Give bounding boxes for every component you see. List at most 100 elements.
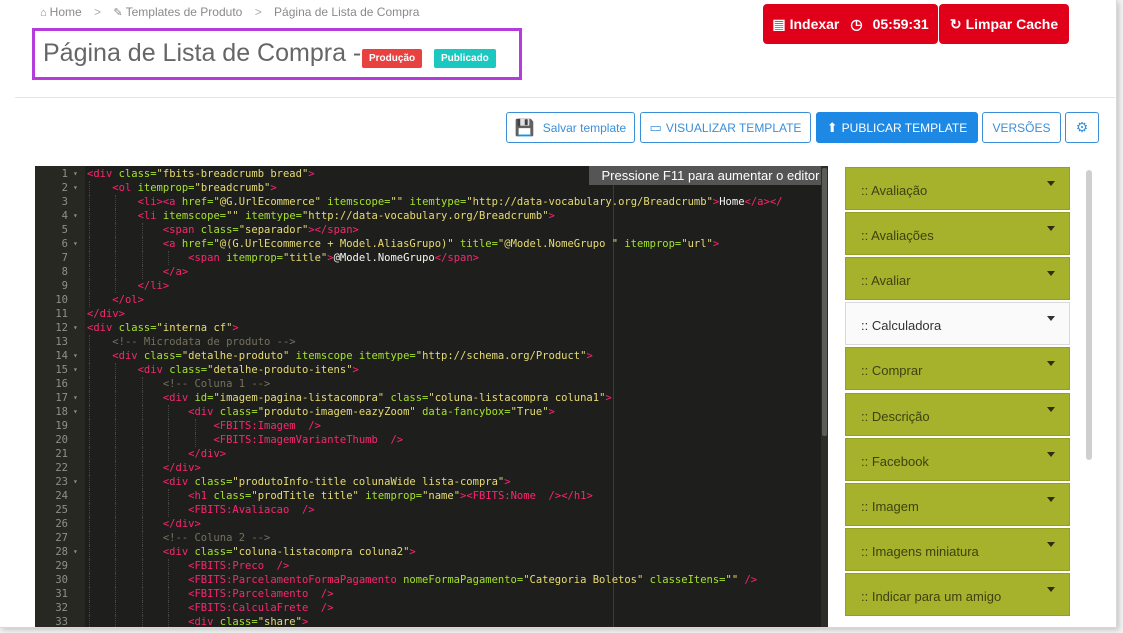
code-line[interactable]: 21 </div> (35, 447, 828, 461)
code-line[interactable]: 10 </ol> (35, 293, 828, 307)
accordion-item[interactable]: :: Comprar (845, 347, 1070, 391)
indent-guide (168, 559, 170, 573)
code-line[interactable]: 16 <!-- Coluna 1 --> (35, 377, 828, 391)
fold-toggle-icon[interactable]: ▾ (73, 405, 78, 419)
fold-toggle-icon[interactable]: ▾ (73, 475, 78, 489)
view-template-button[interactable]: ▭ VISUALIZAR TEMPLATE (640, 112, 811, 143)
editor-scrollbar-thumb[interactable] (822, 168, 827, 436)
code-line[interactable]: 27 <!-- Coluna 2 --> (35, 531, 828, 545)
indent-guide (141, 475, 143, 489)
fold-toggle-icon[interactable]: ▾ (73, 167, 78, 181)
code-line[interactable]: 31 <FBITS:Parcelamento /> (35, 587, 828, 601)
versions-button[interactable]: VERSÕES (982, 112, 1061, 143)
app-window: ⌂ Home > ✎ Templates de Produto > Página d… (0, 0, 1117, 628)
caret-down-icon (1047, 406, 1055, 412)
accordion-label: :: Facebook (861, 453, 929, 469)
indent-guide (89, 573, 90, 587)
code-line[interactable]: 11 </div> (35, 307, 828, 321)
clear-cache-label: Limpar Cache (965, 16, 1059, 32)
code-line[interactable]: 8 </a> (35, 265, 828, 279)
indent-guide (89, 209, 90, 223)
publish-template-button[interactable]: ⬆ PUBLICAR TEMPLATE (816, 112, 978, 143)
code-line[interactable]: 12 <div class="interna cf"> ▾ (35, 321, 828, 335)
indent-guide (89, 419, 90, 433)
code-line[interactable]: 17 <div id="imagem-pagina-listacompra" c… (35, 391, 828, 405)
code-text: <div class="produtoInfo-title colunaWide… (162, 476, 511, 488)
code-editor[interactable]: 1 <div class="fbits-breadcrumb bread"> ▾ 2 … (35, 166, 828, 627)
indent-guide (115, 237, 117, 251)
editor-scrollbar[interactable] (821, 166, 828, 627)
code-text: </ol> (112, 294, 144, 306)
fold-toggle-icon[interactable]: ▾ (73, 545, 78, 559)
list-icon: ▤ (772, 15, 786, 32)
code-line[interactable]: 23 <div class="produtoInfo-title colunaW… (35, 475, 828, 489)
code-line[interactable]: 5 <span class="separador"></span> (35, 223, 828, 237)
breadcrumb-templates[interactable]: Templates de Produto (126, 5, 243, 19)
index-button[interactable]: ▤ Indexar ◷ 05:59:31 (763, 4, 938, 44)
fold-toggle-icon[interactable]: ▾ (73, 209, 78, 223)
code-line[interactable]: 4 <li itemscope="" itemtype="http://data… (35, 209, 828, 223)
code-text: <FBITS:ImagemVarianteThumb /> (213, 434, 404, 446)
page-title-highlight: Página de Lista de Compra - Produção Pub… (32, 28, 522, 80)
indent-guide (141, 573, 143, 587)
code-line[interactable]: 33 <div class="share"> (35, 615, 828, 627)
code-line[interactable]: 26 </div> (35, 517, 828, 531)
indent-guide (115, 279, 117, 293)
breadcrumb-home[interactable]: Home (50, 5, 82, 19)
accordion-item[interactable]: :: Avaliar (845, 257, 1070, 301)
fold-toggle-icon[interactable]: ▾ (73, 321, 78, 335)
accordion-item[interactable]: :: Descrição (845, 392, 1070, 436)
code-line[interactable]: 24 <h1 class="prodTitle title" itemprop=… (35, 489, 828, 503)
accordion-item[interactable]: :: Indicar para um amigo (845, 572, 1070, 616)
code-line[interactable]: 19 <FBITS:Imagem /> (35, 419, 828, 433)
component-panel: :: Avaliação:: Avaliações:: Avaliar:: Ca… (845, 166, 1070, 627)
code-text: <div id="imagem-pagina-listacompra" clas… (162, 392, 612, 404)
indent-guide (115, 223, 117, 237)
fold-toggle-icon[interactable]: ▾ (73, 237, 78, 251)
fold-toggle-icon[interactable]: ▾ (73, 181, 78, 195)
code-line[interactable]: 28 <div class="coluna-listacompra coluna… (35, 545, 828, 559)
indent-guide (168, 405, 170, 419)
accordion-item[interactable]: :: Facebook (845, 437, 1070, 481)
code-line[interactable]: 29 <FBITS:Preco /> (35, 559, 828, 573)
code-line[interactable]: 6 <a href="@(G.UrlEcommerce + Model.Alia… (35, 237, 828, 251)
caret-down-icon (1047, 226, 1055, 232)
fold-toggle-icon[interactable]: ▾ (73, 349, 78, 363)
fold-toggle-icon[interactable]: ▾ (73, 363, 78, 377)
code-line[interactable]: 14 <div class="detalhe-produto" itemscop… (35, 349, 828, 363)
code-line[interactable]: 30 <FBITS:ParcelamentoFormaPagamento nom… (35, 573, 828, 587)
code-line[interactable]: 25 <FBITS:Avaliacao /> (35, 503, 828, 517)
line-number: 23 (55, 476, 68, 488)
accordion-item[interactable]: :: Avaliação (845, 167, 1070, 210)
indent-guide (115, 461, 117, 475)
fullscreen-hint: Pressione F11 para aumentar o editor (589, 166, 828, 185)
indent-guide (115, 573, 117, 587)
accordion-item[interactable]: :: Imagem (845, 482, 1070, 526)
indent-guide (115, 559, 117, 573)
accordion-item[interactable]: :: Avaliações (845, 212, 1070, 256)
settings-button[interactable]: ⚙ (1065, 112, 1099, 143)
code-line[interactable]: 15 <div class="detalhe-produto-itens"> ▾ (35, 363, 828, 377)
fold-toggle-icon[interactable]: ▾ (73, 391, 78, 405)
line-number: 32 (55, 602, 68, 614)
code-line[interactable]: 18 <div class="produto-imagem-eazyZoom" … (35, 405, 828, 419)
code-line[interactable]: 3 <li><a href="@G.UrlEcommerce" itemscop… (35, 195, 828, 209)
code-text: <div class="produto-imagem-eazyZoom" dat… (188, 406, 555, 418)
indent-guide (89, 349, 90, 363)
code-line[interactable]: 32 <FBITS:CalculaFrete /> (35, 601, 828, 615)
indent-guide (141, 503, 143, 517)
indent-guide (115, 447, 117, 461)
code-line[interactable]: 9 </li> (35, 279, 828, 293)
code-line[interactable]: 13 <!-- Microdata de produto --> (35, 335, 828, 349)
accordion-item[interactable]: :: Imagens miniatura (845, 527, 1070, 571)
code-line[interactable]: 22 </div> (35, 461, 828, 475)
caret-down-icon (1047, 451, 1055, 457)
code-line[interactable]: 7 <span itemprop="title">@Model.NomeGrup… (35, 251, 828, 265)
indent-guide (115, 587, 117, 601)
save-template-button[interactable]: 💾 Salvar template (506, 112, 635, 143)
code-line[interactable]: 20 <FBITS:ImagemVarianteThumb /> (35, 433, 828, 447)
panel-scrollbar[interactable] (1086, 170, 1092, 460)
clear-cache-button[interactable]: ↻ Limpar Cache (939, 4, 1069, 44)
accordion-item[interactable]: :: Calculadora (845, 302, 1070, 346)
code-text: <div class="coluna-listacompra coluna2"> (162, 546, 416, 558)
